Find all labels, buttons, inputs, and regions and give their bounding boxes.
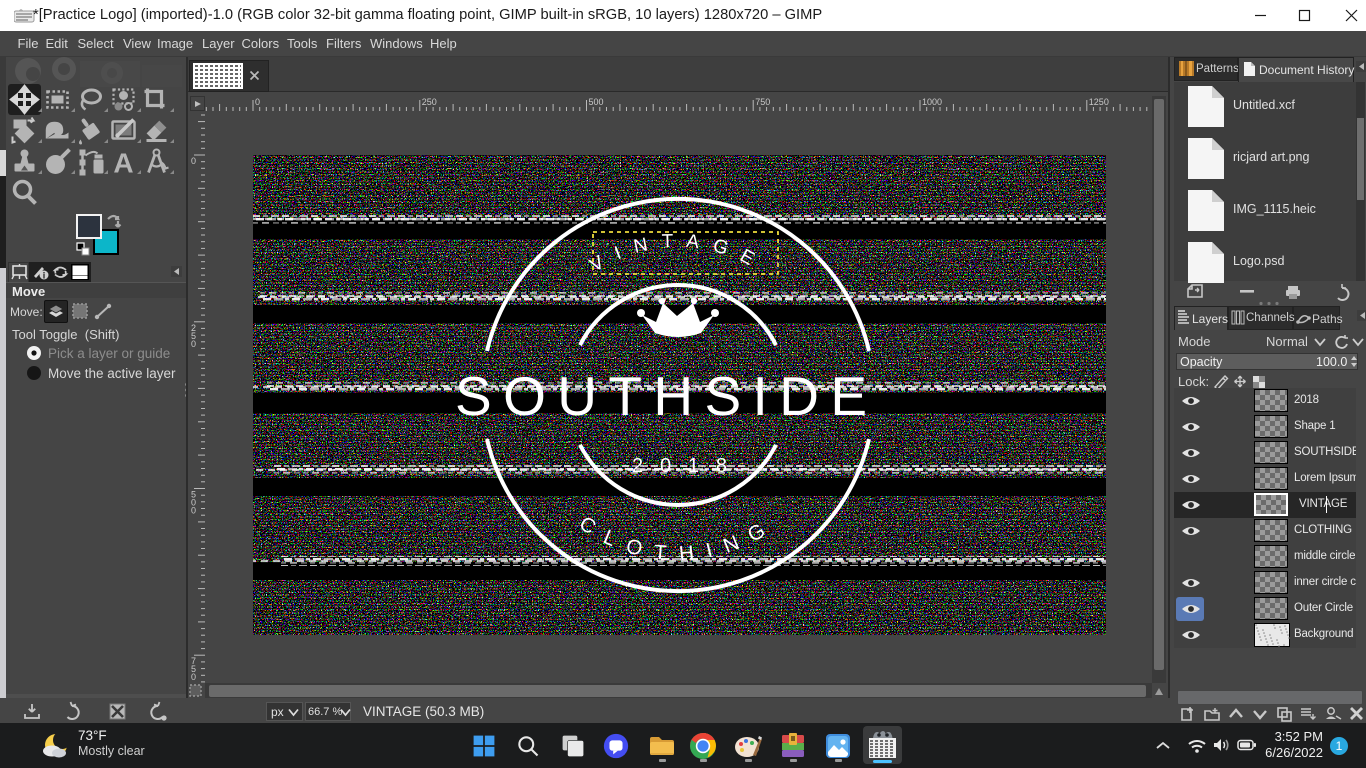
svg-text:0: 0	[191, 156, 196, 166]
svg-text:0: 0	[191, 506, 196, 516]
svg-text:1000: 1000	[922, 97, 942, 107]
svg-text:A: A	[113, 148, 133, 179]
svg-text:750: 750	[755, 97, 770, 107]
svg-text:250: 250	[422, 97, 437, 107]
svg-text:i: i	[43, 271, 46, 281]
svg-text:500: 500	[589, 97, 604, 107]
svg-text:1250: 1250	[1089, 97, 1109, 107]
svg-text:0: 0	[255, 97, 260, 107]
svg-text:SOUTHSIDE: SOUTHSIDE	[455, 365, 867, 427]
svg-text:0: 0	[191, 672, 196, 682]
svg-text:0: 0	[191, 339, 196, 349]
